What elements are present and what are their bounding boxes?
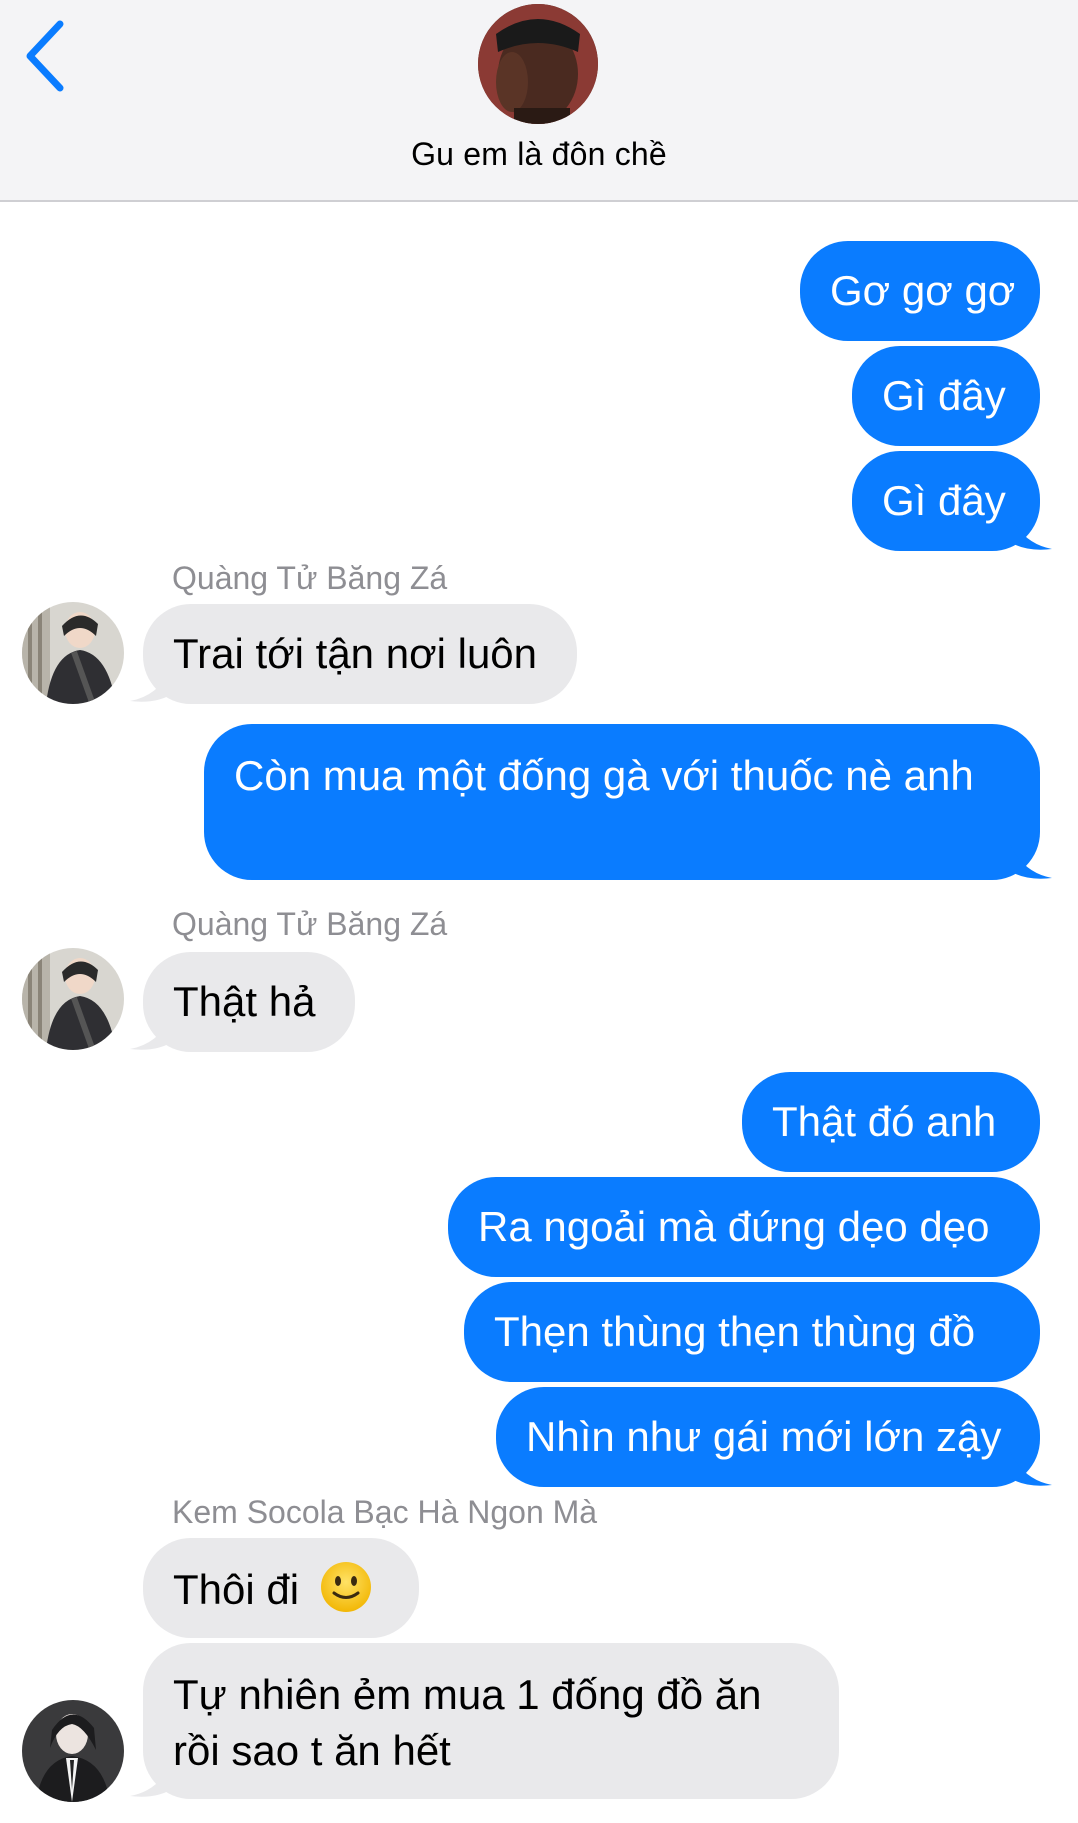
group-avatar[interactable] — [478, 4, 598, 124]
message-text: Còn mua một đống gà với thuốc nè anh — [234, 752, 974, 799]
outgoing-message[interactable]: Gì đây — [852, 346, 1040, 446]
outgoing-message[interactable]: Còn mua một đống gà với thuốc nè anh — [204, 724, 1040, 880]
chevron-left-icon[interactable] — [18, 18, 74, 94]
message-text: Thật đó anh — [772, 1098, 997, 1145]
bubble-tail — [1010, 845, 1052, 879]
incoming-message[interactable]: Thật hả — [143, 952, 355, 1052]
sender-name: Quàng Tử Băng Zá — [172, 906, 448, 942]
incoming-message[interactable]: Trai tới tận nơi luôn — [143, 604, 577, 704]
avatar[interactable] — [22, 1700, 124, 1802]
chat-header: Gu em là đôn chề — [0, 0, 1078, 202]
outgoing-message[interactable]: Gơ gơ gơ — [800, 241, 1040, 341]
message-text: Trai tới tận nơi luôn — [173, 630, 538, 677]
bubble-tail — [130, 1016, 172, 1050]
message-text: Gì đây — [882, 477, 1006, 524]
message-text: Gì đây — [882, 372, 1006, 419]
group-name[interactable]: Gu em là đôn chề — [0, 136, 1078, 173]
outgoing-message[interactable]: Ra ngoải mà đứng dẹo dẹo — [448, 1177, 1040, 1277]
bubble-tail — [1010, 1452, 1052, 1486]
message-text: Thật hả — [173, 978, 316, 1025]
message-text: Nhìn như gái mới lớn zậy — [526, 1413, 1002, 1460]
slightly-smiling-face-icon — [320, 1562, 371, 1612]
message-text: Ra ngoải mà đứng dẹo dẹo — [478, 1203, 990, 1250]
incoming-message[interactable]: Tự nhiên ẻm mua 1 đống đồ ăn rồi sao t ă… — [143, 1643, 839, 1799]
bubble-tail — [130, 1763, 172, 1797]
message-text: Tự nhiên ẻm mua 1 đống đồ ăn rồi sao t ă… — [173, 1671, 762, 1774]
bubble-tail — [130, 668, 172, 702]
outgoing-message[interactable]: Nhìn như gái mới lớn zậy — [496, 1387, 1040, 1487]
message-text: Thôi đi — [173, 1566, 300, 1613]
outgoing-message[interactable]: Thật đó anh — [742, 1072, 1040, 1172]
bubble-tail — [1010, 516, 1052, 550]
avatar[interactable] — [22, 948, 124, 1050]
incoming-message[interactable]: Thôi đi — [143, 1538, 419, 1638]
outgoing-message[interactable]: Thẹn thùng thẹn thùng đồ — [464, 1282, 1040, 1382]
message-text: Thẹn thùng thẹn thùng đồ — [494, 1308, 976, 1355]
avatar[interactable] — [22, 602, 124, 704]
sender-name: Kem Socola Bạc Hà Ngon Mà — [172, 1494, 598, 1530]
message-text: Gơ gơ gơ — [830, 267, 1016, 314]
sender-name: Quàng Tử Băng Zá — [172, 560, 448, 596]
